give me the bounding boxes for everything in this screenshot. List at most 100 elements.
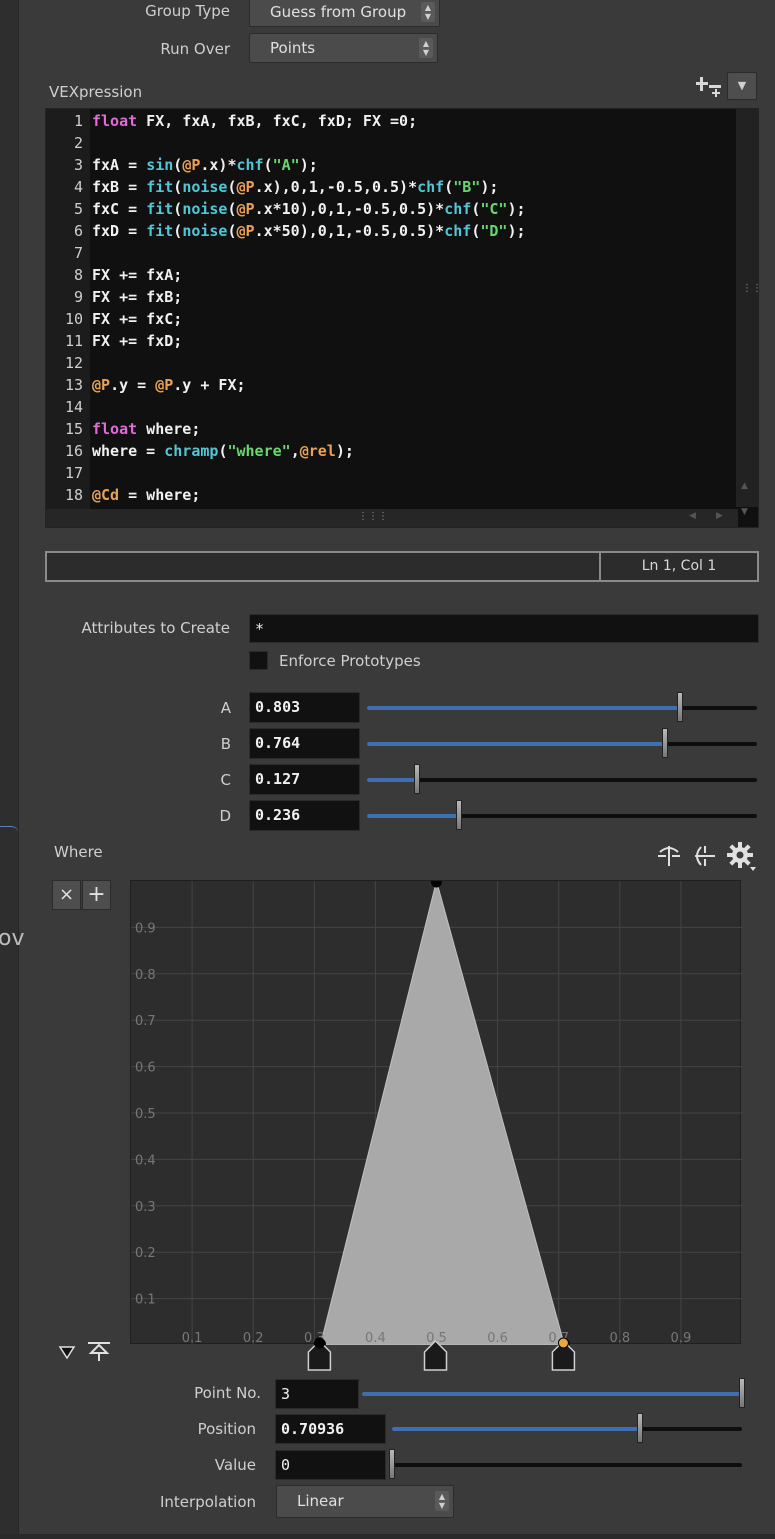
cursor-position: Ln 1, Col 1 (599, 553, 757, 580)
plus-icon[interactable]: + (82, 880, 111, 910)
param-input-d[interactable]: 0.236 (249, 800, 360, 831)
line-number: 1 (73, 112, 83, 130)
line-number: 10 (64, 310, 83, 328)
value-slider-handle[interactable] (389, 1449, 395, 1479)
close-icon[interactable]: × (52, 880, 81, 910)
line-number: 8 (73, 266, 83, 284)
attributes-to-create-input[interactable]: * (249, 614, 759, 643)
side-panel-strip: ov (0, 0, 24, 1539)
line-number: 18 (64, 486, 83, 504)
horizontal-scrollbar[interactable]: ⋮⋮⋮ ◀ ▶ (46, 509, 738, 527)
param-slider-handle[interactable] (677, 692, 684, 722)
line-number: 12 (64, 354, 83, 372)
scroll-right-icon[interactable]: ▶ (716, 511, 723, 521)
code-line[interactable]: 12 (46, 352, 736, 374)
scroll-left-icon[interactable]: ◀ (689, 511, 696, 521)
code-line[interactable]: 10 FX += fxC; (46, 308, 736, 330)
y-tick-label: 0.1 (135, 1293, 156, 1308)
ramp-control-point[interactable] (431, 876, 442, 888)
position-input[interactable]: 0.70936 (275, 1414, 386, 1444)
code-line[interactable]: 1 float FX, fxA, fxB, fxC, fxD; FX =0; (46, 110, 736, 132)
line-number: 7 (73, 244, 83, 262)
param-slider-d[interactable] (367, 800, 757, 830)
code-line[interactable]: 9 FX += fxB; (46, 286, 736, 308)
code-text: fxB = fit(noise(@P.x),0,1,-0.5,0.5)*chf(… (92, 178, 499, 196)
chevron-updown-icon: ▲ ▼ (419, 38, 433, 58)
value-input[interactable]: 0 (275, 1450, 386, 1480)
param-input-b[interactable]: 0.764 (249, 728, 360, 759)
scroll-up-icon[interactable]: ▲ (741, 481, 748, 491)
line-number: 4 (73, 178, 83, 196)
code-text: @Cd = where; (92, 486, 201, 504)
marker-dot (313, 1337, 325, 1349)
code-line[interactable]: 14 (46, 396, 736, 418)
param-slider-fill (367, 706, 681, 710)
vex-code-editor[interactable]: 1 float FX, fxA, fxB, fxC, fxD; FX =0; 2 3 f… (45, 108, 762, 528)
position-label: Position (197, 1420, 256, 1438)
code-line[interactable]: 16 where = chramp("where",@rel); (46, 440, 736, 462)
param-slider-handle[interactable] (413, 764, 420, 794)
line-number: 11 (64, 332, 83, 350)
param-slider-handle[interactable] (661, 728, 668, 758)
position-slider-handle[interactable] (637, 1413, 644, 1443)
scroll-down-icon[interactable]: ▼ (741, 507, 748, 517)
param-slider-a[interactable] (367, 692, 757, 722)
line-number: 5 (73, 200, 83, 218)
code-line[interactable]: 17 (46, 462, 736, 484)
param-label-b: B (220, 735, 231, 753)
marker-dot (557, 1337, 569, 1349)
run-over-dropdown[interactable]: Points ▲ ▼ (249, 33, 438, 63)
stack-icon[interactable] (87, 1341, 111, 1363)
param-input-a[interactable]: 0.803 (249, 692, 360, 723)
attributes-to-create-label: Attributes to Create (81, 619, 230, 637)
group-type-value: Guess from Group (270, 3, 407, 21)
code-line[interactable]: 11 FX += fxD; (46, 330, 736, 352)
param-slider-handle[interactable] (456, 800, 463, 830)
point-no-slider-handle[interactable] (739, 1378, 745, 1408)
code-text: float where; (92, 420, 201, 438)
point-no-input[interactable]: 3 (275, 1379, 359, 1409)
ramp-key-marker[interactable] (307, 1337, 332, 1371)
param-slider-fill (367, 742, 665, 746)
y-tick-label: 0.7 (135, 1014, 156, 1029)
code-line[interactable]: 5 fxC = fit(noise(@P.x*10),0,1,-0.5,0.5)*… (46, 198, 736, 220)
code-line[interactable]: 15 float where; (46, 418, 736, 440)
vertical-scrollbar[interactable]: ⋮⋮ ▲ ▼ (736, 109, 762, 517)
code-line[interactable]: 2 (46, 132, 736, 154)
code-text: FX += fxC; (92, 310, 183, 328)
code-line[interactable]: 8 FX += fxA; (46, 264, 736, 286)
code-text: fxD = fit(noise(@P.x*50),0,1,-0.5,0.5)*c… (92, 222, 526, 240)
enforce-prototypes-checkbox[interactable] (249, 651, 268, 670)
point-no-slider[interactable] (362, 1378, 745, 1408)
line-number: 13 (64, 376, 83, 394)
code-line[interactable]: 13 @P.y = @P.y + FX; (46, 374, 736, 396)
triangle-down-icon[interactable] (58, 1343, 76, 1361)
param-input-c[interactable]: 0.127 (249, 764, 360, 795)
code-line[interactable]: 7 (46, 242, 736, 264)
chevron-updown-icon: ▲ ▼ (435, 1491, 449, 1511)
code-line[interactable]: 4 fxB = fit(noise(@P.x),0,1,-0.5,0.5)*chf… (46, 176, 736, 198)
gear-icon[interactable] (725, 840, 757, 872)
line-number: 14 (64, 398, 83, 416)
flip-vertical-icon[interactable] (691, 842, 719, 870)
param-label-c: C (220, 771, 231, 789)
ramp-key-marker[interactable] (551, 1337, 576, 1371)
line-number: 17 (64, 464, 83, 482)
ramp-point-markers[interactable] (130, 1336, 741, 1372)
code-line[interactable]: 18 @Cd = where; (46, 484, 736, 506)
code-line[interactable]: 6 fxD = fit(noise(@P.x*50),0,1,-0.5,0.5)*… (46, 220, 736, 242)
value-slider[interactable] (389, 1449, 742, 1479)
code-line[interactable]: 3 fxA = sin(@P.x)*chf("A"); (46, 154, 736, 176)
where-ramp-editor[interactable]: 0.1 0.2 0.3 0.4 0.5 0.6 0.7 0.8 0.9 0.1 0.2 0.3 0.4 0… (130, 876, 742, 1350)
flip-horizontal-icon[interactable] (655, 842, 683, 870)
dropdown-arrow-icon[interactable]: ▼ (727, 72, 757, 100)
param-slider-c[interactable] (367, 764, 757, 794)
group-type-dropdown[interactable]: Guess from Group ▲ ▼ (249, 0, 440, 27)
interpolation-dropdown[interactable]: Linear ▲ ▼ (276, 1485, 454, 1518)
position-slider[interactable] (392, 1413, 742, 1443)
param-slider-b[interactable] (367, 728, 757, 758)
ramp-key-marker[interactable] (423, 1339, 448, 1371)
add-remove-icon[interactable] (692, 73, 724, 103)
ramp-graph[interactable]: 0.1 0.2 0.3 0.4 0.5 0.6 0.7 0.8 0.90.10.20.30.40… (131, 876, 742, 1350)
